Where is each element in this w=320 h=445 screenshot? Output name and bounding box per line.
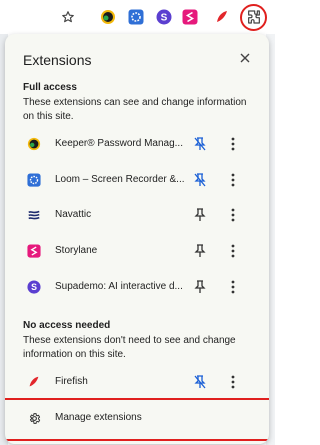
unpin-icon[interactable] bbox=[193, 172, 207, 188]
extension-name: Loom – Screen Recorder &... bbox=[55, 174, 185, 185]
more-options-icon[interactable] bbox=[227, 243, 239, 259]
pin-icon[interactable] bbox=[193, 243, 207, 259]
supademo-toolbar-icon[interactable]: S bbox=[154, 7, 174, 27]
loom-toolbar-icon[interactable] bbox=[126, 7, 146, 27]
extension-row-navattic[interactable]: Navattic bbox=[5, 201, 269, 229]
popup-title: Extensions bbox=[23, 52, 92, 68]
storylane-toolbar-icon[interactable] bbox=[180, 7, 200, 27]
close-icon[interactable] bbox=[237, 50, 253, 66]
full-access-description: These extensions can see and change info… bbox=[23, 97, 247, 122]
keeper-toolbar-icon[interactable] bbox=[98, 7, 118, 27]
pin-icon[interactable] bbox=[193, 279, 207, 295]
no-access-description: These extensions don't need to see and c… bbox=[23, 335, 236, 360]
more-options-icon[interactable] bbox=[227, 374, 239, 390]
unpin-icon[interactable] bbox=[193, 374, 207, 390]
navattic-icon bbox=[27, 208, 41, 222]
svg-text:S: S bbox=[31, 282, 37, 292]
browser-toolbar: S bbox=[0, 0, 275, 34]
supademo-icon: S bbox=[27, 280, 41, 294]
extension-row-keeper[interactable]: Keeper® Password Manag... bbox=[5, 130, 269, 158]
more-options-icon[interactable] bbox=[227, 136, 239, 152]
extension-row-supademo[interactable]: S Supademo: AI interactive d... bbox=[5, 273, 269, 301]
svg-text:S: S bbox=[161, 13, 168, 24]
bookmark-star-icon[interactable] bbox=[58, 7, 78, 27]
extension-name: Navattic bbox=[55, 209, 92, 220]
extensions-popup: Extensions Full access These extensions … bbox=[5, 34, 269, 444]
full-access-title: Full access bbox=[23, 82, 77, 93]
more-options-icon[interactable] bbox=[227, 172, 239, 188]
no-access-title: No access needed bbox=[23, 320, 111, 331]
extension-name: Firefish bbox=[55, 376, 88, 387]
extension-name: Keeper® Password Manag... bbox=[55, 138, 183, 149]
more-options-icon[interactable] bbox=[227, 207, 239, 223]
firefish-toolbar-icon[interactable] bbox=[212, 7, 232, 27]
extension-name: Supademo: AI interactive d... bbox=[55, 281, 183, 292]
firefish-icon bbox=[27, 375, 41, 389]
extension-row-loom[interactable]: Loom – Screen Recorder &... bbox=[5, 166, 269, 194]
extension-row-firefish[interactable]: Firefish bbox=[5, 368, 269, 396]
keeper-icon bbox=[27, 137, 41, 151]
loom-icon bbox=[27, 173, 41, 187]
pin-icon[interactable] bbox=[193, 207, 207, 223]
storylane-icon bbox=[27, 244, 41, 258]
manage-highlight-box bbox=[5, 398, 269, 441]
extension-row-storylane[interactable]: Storylane bbox=[5, 237, 269, 265]
more-options-icon[interactable] bbox=[227, 279, 239, 295]
extension-name: Storylane bbox=[55, 245, 98, 256]
puzzle-highlight-ring bbox=[240, 4, 267, 31]
unpin-icon[interactable] bbox=[193, 136, 207, 152]
